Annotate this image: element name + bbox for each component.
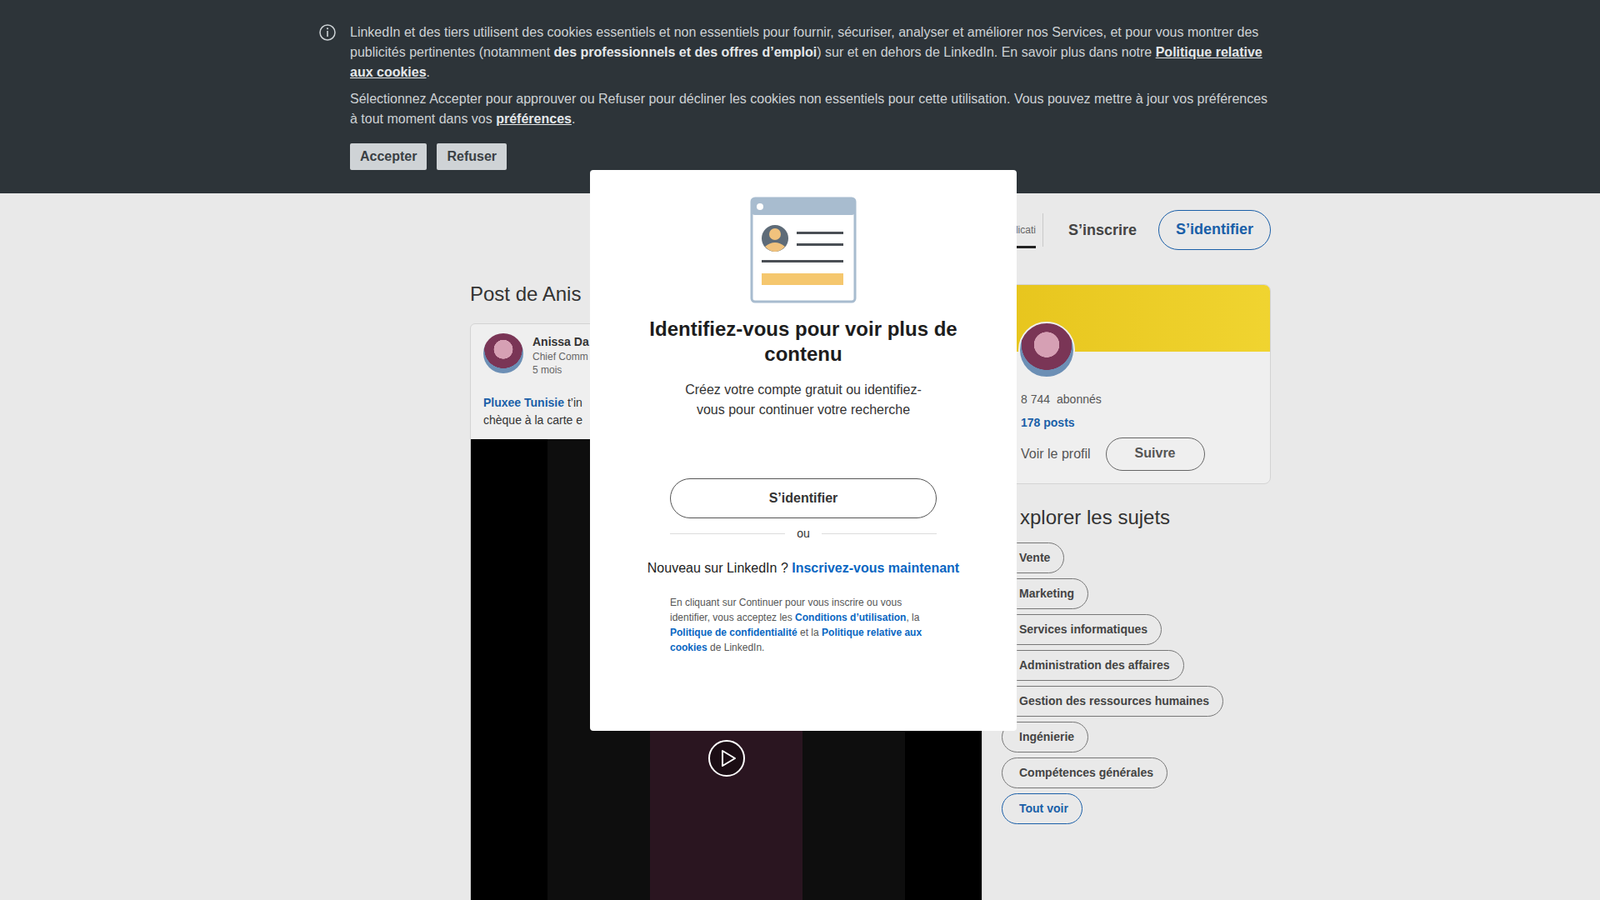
view-profile-button[interactable]: Voir le profil	[1020, 446, 1091, 462]
followers-label: abonnés	[1056, 390, 1102, 408]
divider-line	[670, 533, 785, 535]
divider-line	[821, 533, 937, 535]
follow-button[interactable]: Suivre	[1105, 437, 1205, 471]
signin-button[interactable]: S’identifier	[1158, 210, 1271, 250]
text-segment: des professionnels et des offres d’emplo…	[554, 45, 818, 60]
profile-avatar[interactable]	[1018, 321, 1075, 379]
accept-button[interactable]: Accepter	[350, 143, 427, 170]
signup-prompt-text: Nouveau sur LinkedIn ?	[647, 560, 792, 575]
author-name[interactable]: Anissa Da	[532, 333, 590, 350]
posts-link[interactable]: 178 posts	[1020, 414, 1270, 431]
text-segment: .	[426, 65, 430, 80]
profile-card-icon	[750, 196, 857, 304]
text-segment: .	[571, 111, 575, 126]
legal-link[interactable]: Politique de confidentialité	[670, 626, 798, 639]
topic-list: VenteMarketingServices informatiquesAdmi…	[1001, 542, 1271, 825]
signup-link[interactable]: S’inscrire	[1046, 221, 1159, 240]
text-segment: , la	[905, 611, 920, 624]
modal-title: Identifiez-vous pour voir plus de conten…	[636, 316, 970, 367]
see-all-button[interactable]: Tout voir	[1001, 793, 1083, 825]
modal-subtitle: Créez votre compte gratuit ou identifiez…	[681, 380, 925, 420]
author-info: Anissa DaChief Comm5 mois	[532, 333, 590, 377]
cookie-paragraph: LinkedIn et des tiers utilisent des cook…	[350, 22, 1277, 83]
author-avatar[interactable]	[483, 333, 524, 374]
cookie-text: LinkedIn et des tiers utilisent des cook…	[350, 22, 1277, 170]
text-segment: t’in	[564, 395, 583, 410]
profile-card: 8 744 abonnés 178 posts Voir le profil Suivr…	[1001, 284, 1271, 485]
company-link[interactable]: Pluxee Tunisie	[483, 395, 565, 410]
text-segment: et la	[797, 626, 822, 639]
text-segment: ) sur et en dehors de LinkedIn. En savoi…	[816, 45, 1155, 60]
signup-prompt: Nouveau sur LinkedIn ? Inscrivez-vous ma…	[647, 558, 960, 579]
info-icon	[318, 23, 337, 42]
topics-heading: xplorer les sujets	[1020, 504, 1271, 531]
cookie-banner: LinkedIn et des tiers utilisent des cook…	[0, 0, 1600, 194]
refuse-button[interactable]: Refuser	[436, 143, 507, 170]
legal-link[interactable]: Conditions d’utilisation	[795, 611, 906, 624]
topic-pill[interactable]: Services informatiques	[1001, 614, 1162, 645]
or-label: ou	[796, 526, 810, 540]
or-divider: ou	[670, 526, 937, 540]
topic-pill[interactable]: Gestion des ressources humaines	[1001, 685, 1224, 717]
signin-modal: Identifiez-vous pour voir plus de conten…	[590, 170, 1017, 731]
topic-pill[interactable]: Compétences générales	[1001, 757, 1168, 789]
text-segment: chèque à la carte e	[483, 413, 583, 427]
topic-pill[interactable]: Administration des affaires	[1001, 650, 1185, 681]
author-headline: Chief Comm	[532, 350, 590, 364]
post-time: 5 mois	[532, 363, 590, 377]
cookie-link[interactable]: préférences	[495, 111, 572, 126]
followers-count: 8 744 abonnés	[1020, 390, 1270, 408]
cookie-paragraph: Sélectionnez Accepter pour approuver ou …	[350, 89, 1277, 130]
cookie-buttons: Accepter Refuser	[350, 143, 1277, 170]
signup-link[interactable]: Inscrivez-vous maintenant	[791, 560, 960, 575]
text-segment: Sélectionnez Accepter pour approuver ou …	[350, 91, 1268, 126]
play-icon[interactable]	[707, 739, 746, 778]
legal-text: En cliquant sur Continuer pour vous insc…	[670, 595, 937, 655]
modal-signin-button[interactable]: S’identifier	[670, 478, 937, 519]
profile-actions: Voir le profil Suivre	[1020, 437, 1270, 471]
text-segment: de LinkedIn.	[707, 641, 765, 654]
sidebar: 8 744 abonnés 178 posts Voir le profil Suivr…	[1001, 281, 1271, 825]
followers-number: 8 744	[1020, 390, 1050, 408]
nav-divider	[1042, 213, 1044, 247]
